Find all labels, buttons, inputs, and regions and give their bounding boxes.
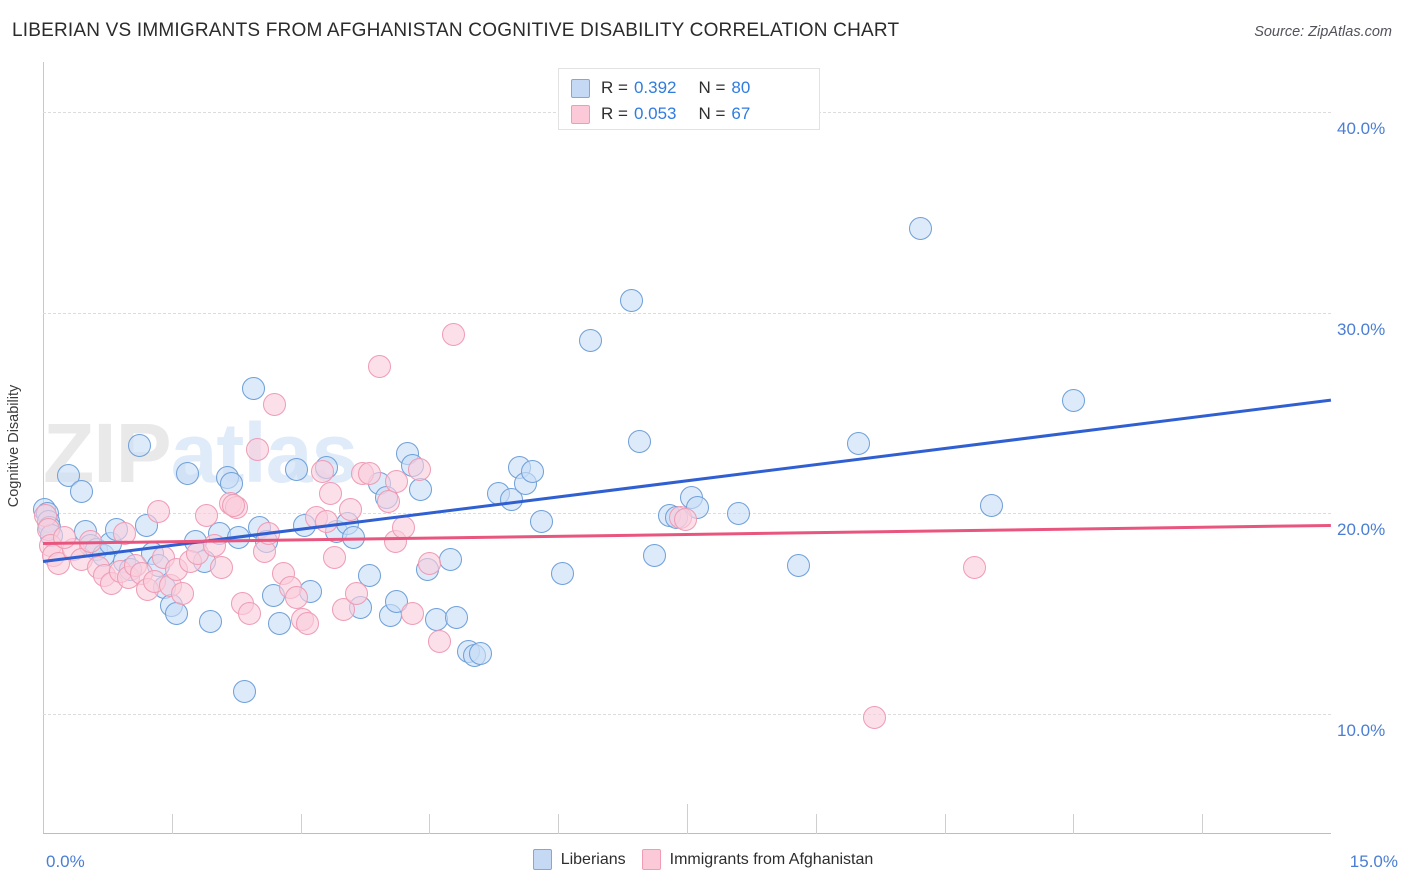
data-point xyxy=(338,497,362,521)
r-label-blue: R = xyxy=(601,78,628,97)
r-label-pink: R = xyxy=(601,104,628,123)
data-point xyxy=(376,489,400,513)
data-point xyxy=(296,612,319,635)
x-axis-tick xyxy=(815,814,817,834)
legend-label-afghanistan: Immigrants from Afghanistan xyxy=(669,850,874,868)
n-label-blue: N = xyxy=(698,78,726,97)
data-point xyxy=(963,555,987,579)
page-title: LIBERIAN VS IMMIGRANTS FROM AFGHANISTAN … xyxy=(12,20,900,41)
data-point xyxy=(53,525,76,549)
data-point xyxy=(980,493,1004,517)
data-point xyxy=(392,515,416,539)
data-point xyxy=(400,601,424,625)
data-point xyxy=(267,612,291,635)
data-point xyxy=(642,543,666,567)
stats-swatch-blue xyxy=(571,78,590,98)
data-point xyxy=(628,429,652,453)
data-point xyxy=(170,581,194,605)
data-point xyxy=(198,609,222,633)
series-legend: Liberians Immigrants from Afghanistan xyxy=(0,849,1406,870)
stats-row-afghanistan: R = 0.053 N = 67 xyxy=(571,101,807,127)
data-point xyxy=(314,509,338,533)
data-point xyxy=(407,457,431,481)
data-point xyxy=(417,551,441,575)
data-point xyxy=(909,216,933,240)
data-point xyxy=(357,461,381,485)
data-point xyxy=(529,509,553,533)
data-point xyxy=(237,601,261,625)
r-value-blue: 0.392 xyxy=(633,78,677,97)
data-point xyxy=(284,457,308,481)
stats-swatch-pink xyxy=(571,104,590,124)
data-point xyxy=(428,630,452,653)
x-axis-tick xyxy=(429,814,431,834)
data-point xyxy=(164,601,188,625)
data-point xyxy=(319,481,343,505)
n-value-pink: 67 xyxy=(731,104,751,123)
n-label-pink: N = xyxy=(698,104,726,123)
data-point xyxy=(673,507,697,531)
y-tick-label: 20.0% xyxy=(1337,520,1386,540)
legend-item-afghanistan[interactable]: Immigrants from Afghanistan xyxy=(641,849,874,870)
data-point xyxy=(520,459,544,483)
y-tick-label: 10.0% xyxy=(1337,720,1386,740)
data-point xyxy=(194,503,218,527)
x-axis-tick xyxy=(944,814,946,834)
x-axis-tick xyxy=(300,814,302,834)
data-point xyxy=(385,469,409,493)
data-point xyxy=(551,561,574,585)
y-axis-title: Cognitive Disability xyxy=(6,384,22,508)
data-point xyxy=(233,680,257,704)
y-tick-label: 30.0% xyxy=(1337,319,1386,339)
data-point xyxy=(441,323,465,347)
correlation-stats-box: R = 0.392 N = 80 R = 0.053 N = 67 xyxy=(558,68,820,130)
data-point xyxy=(310,459,334,483)
data-point xyxy=(222,493,246,517)
gridline-30 xyxy=(43,312,1331,314)
data-point xyxy=(284,585,308,609)
data-point xyxy=(323,545,347,569)
y-axis-line xyxy=(43,62,44,834)
x-axis-tick xyxy=(1202,814,1204,834)
data-point xyxy=(862,706,886,730)
data-point xyxy=(619,289,643,313)
plot-area: 10.0%20.0%30.0%40.0% ZIPatlas xyxy=(33,62,1385,834)
r-value-pink: 0.053 xyxy=(633,104,677,123)
data-point xyxy=(787,553,811,577)
data-point xyxy=(847,431,871,455)
data-point xyxy=(210,555,234,579)
legend-label-liberians: Liberians xyxy=(560,850,626,868)
data-point xyxy=(1061,389,1085,413)
data-point xyxy=(469,642,493,665)
data-point xyxy=(344,581,368,605)
correlation-chart: LIBERIAN VS IMMIGRANTS FROM AFGHANISTAN … xyxy=(0,0,1406,892)
data-point xyxy=(241,377,265,401)
data-point xyxy=(246,437,270,461)
source-attribution: Source: ZipAtlas.com xyxy=(1254,24,1392,40)
legend-swatch-afghanistan xyxy=(641,849,661,870)
data-point xyxy=(727,501,750,525)
data-point xyxy=(147,499,171,523)
n-value-blue: 80 xyxy=(731,78,751,97)
watermark-zip: ZIP xyxy=(43,406,172,500)
data-point xyxy=(175,461,199,485)
x-axis-tick xyxy=(558,814,560,834)
x-axis-tick xyxy=(1073,814,1075,834)
data-point xyxy=(579,329,603,353)
legend-item-liberians[interactable]: Liberians xyxy=(532,849,626,870)
data-point xyxy=(368,355,392,379)
stats-row-liberians: R = 0.392 N = 80 xyxy=(571,75,807,101)
gridline-10 xyxy=(43,713,1331,715)
legend-swatch-liberians xyxy=(532,849,552,870)
data-point xyxy=(445,605,469,629)
x-axis-tick xyxy=(171,814,173,834)
data-point xyxy=(424,607,448,631)
x-axis-tick xyxy=(687,804,688,834)
data-point xyxy=(409,477,433,501)
data-point xyxy=(439,547,463,571)
data-point xyxy=(70,479,94,503)
data-point xyxy=(263,393,287,417)
y-tick-label: 40.0% xyxy=(1337,119,1386,139)
data-point xyxy=(127,433,151,457)
